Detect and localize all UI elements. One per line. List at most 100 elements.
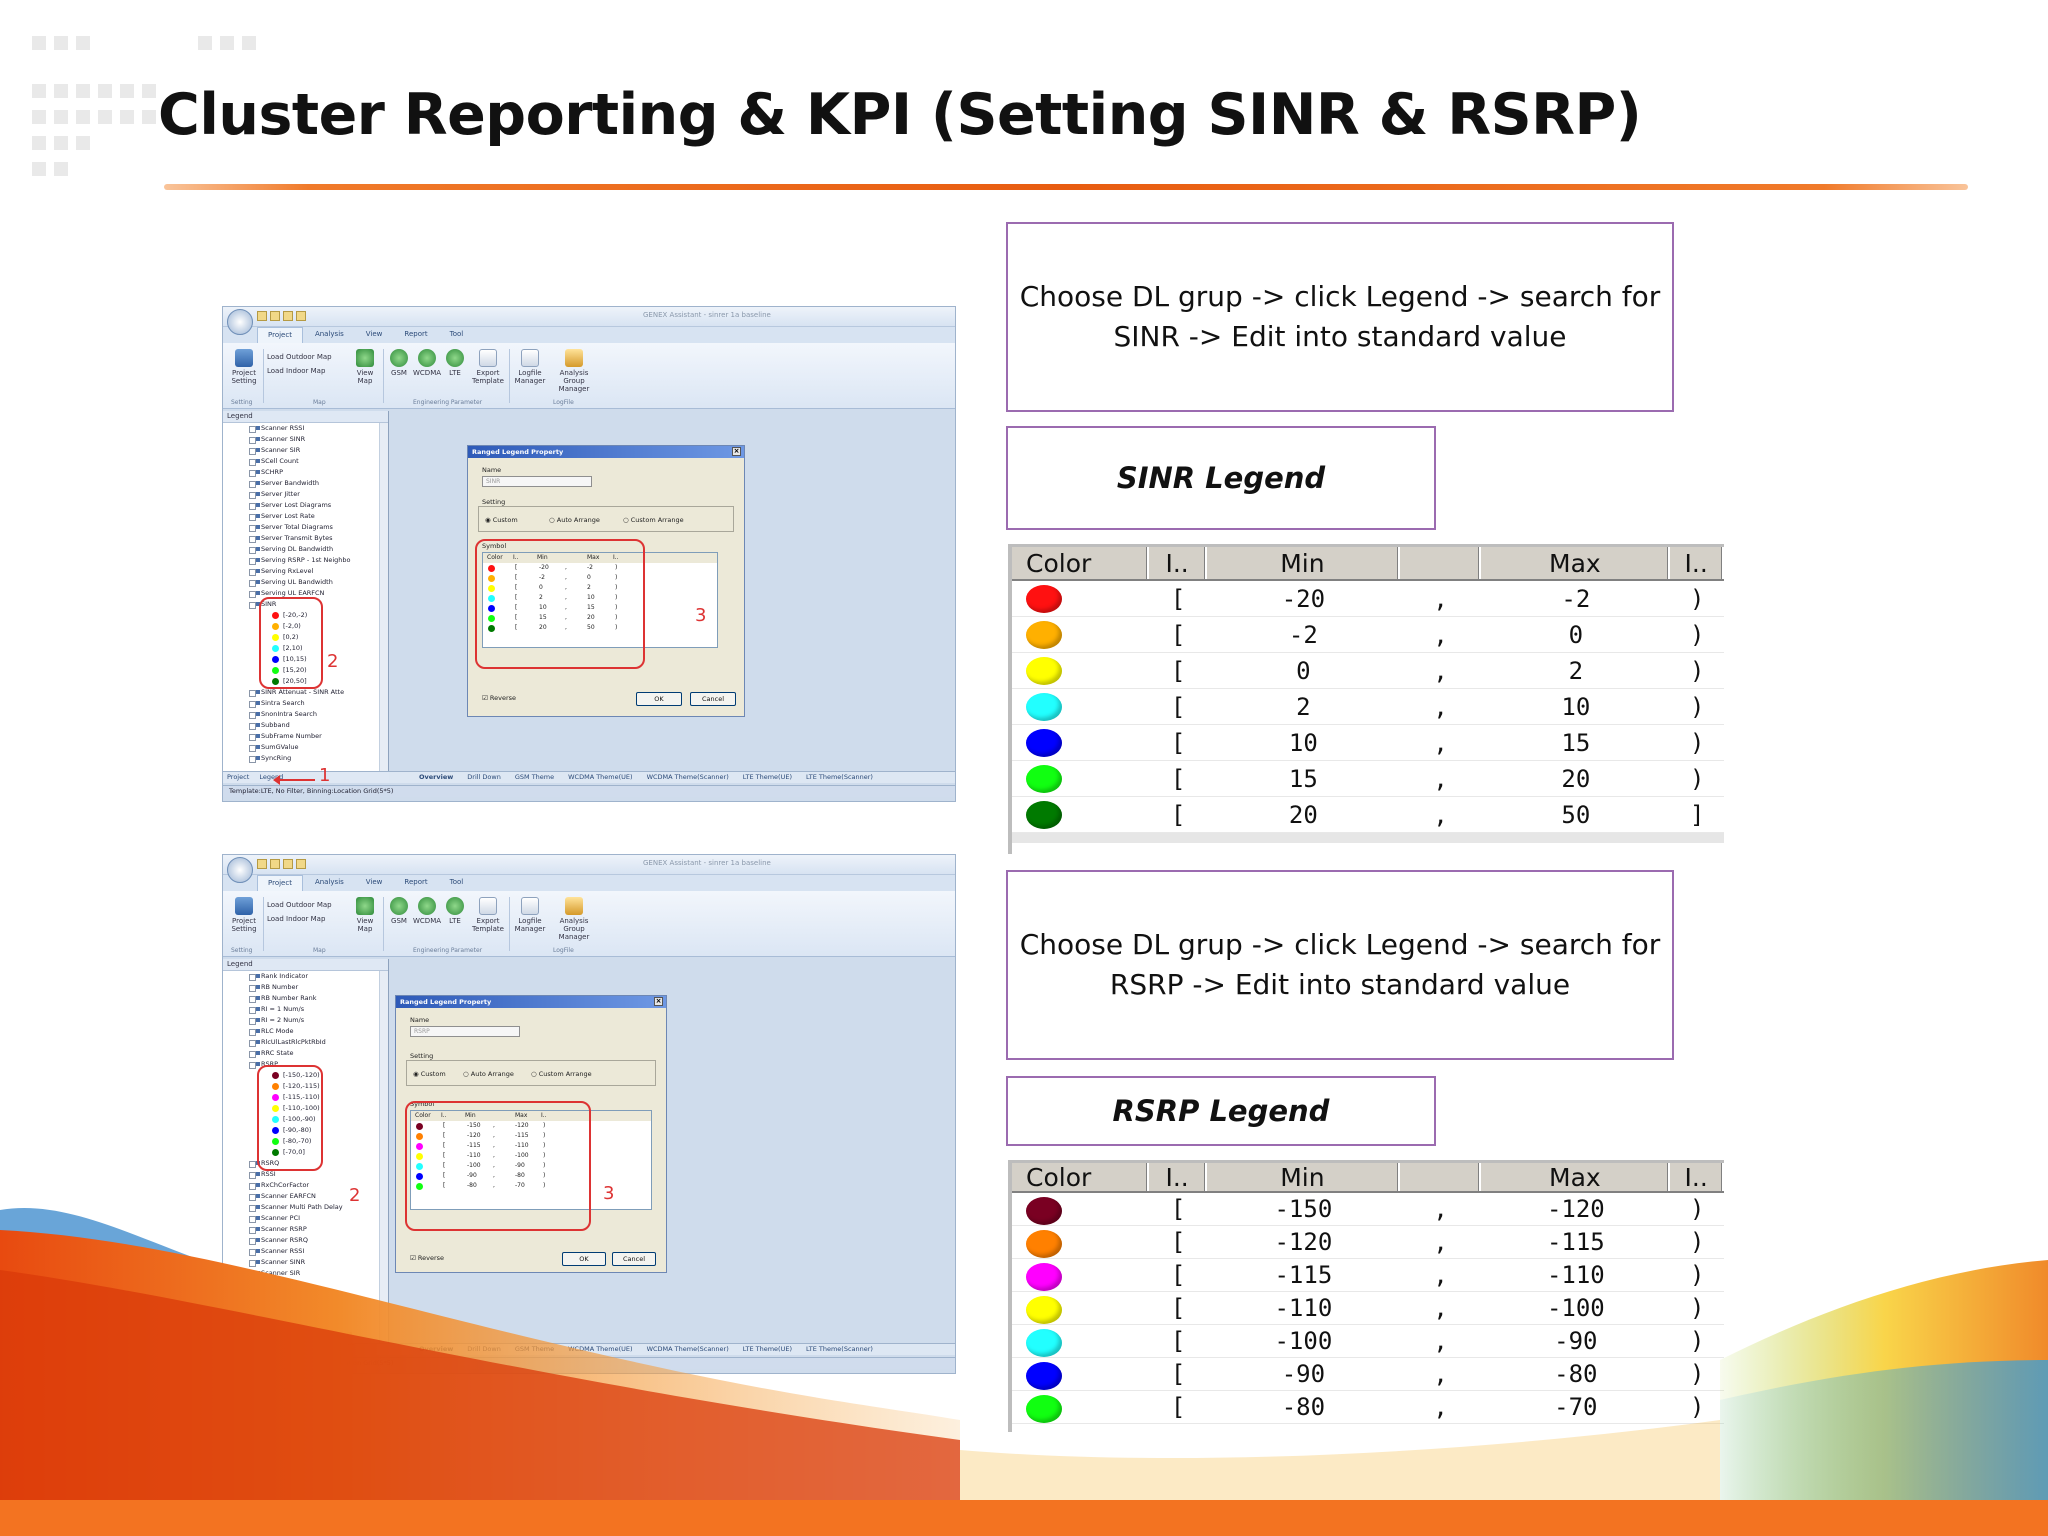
custom-radio[interactable]: ◉ Custom <box>413 1070 446 1078</box>
tree-item[interactable]: Rank Indicator <box>223 971 388 982</box>
analysis-group-manager-button[interactable]: Analysis Group Manager <box>549 349 599 393</box>
reverse-checkbox[interactable]: ☑ Reverse <box>482 694 516 702</box>
table-row[interactable]: [15, 20) <box>1012 761 1724 797</box>
table-row[interactable]: [-20, -2) <box>1012 581 1724 617</box>
tab-project[interactable]: Project <box>257 875 303 891</box>
project-setting-button[interactable]: Project Setting <box>229 897 259 933</box>
window-title: GENEX Assistant - sinrer 1a baseline <box>643 311 771 319</box>
wcdma-button[interactable]: WCDMA <box>413 349 441 377</box>
tab-report[interactable]: Report <box>394 327 437 343</box>
tab-lte-scanner[interactable]: LTE Theme(Scanner) <box>806 772 873 783</box>
table-row[interactable]: [10, 15) <box>1012 725 1724 761</box>
tree-item[interactable]: Serving RSRP - 1st Neighbo <box>223 555 388 566</box>
table-scrollbar[interactable] <box>1012 833 1724 843</box>
dialog-title: Ranged Legend Property × <box>468 446 744 458</box>
tree-item[interactable]: SumGValue <box>223 742 388 753</box>
table-row[interactable]: [0, 2) <box>1012 653 1724 689</box>
tree-item[interactable]: SCell Count <box>223 456 388 467</box>
tab-view[interactable]: View <box>356 875 393 891</box>
tree-item[interactable]: Server Jitter <box>223 489 388 500</box>
export-template-button[interactable]: Export Template <box>471 897 505 933</box>
tree-item[interactable]: RI = 2 Num/s <box>223 1015 388 1026</box>
tree-item[interactable]: Serving DL Bandwidth <box>223 544 388 555</box>
tree-item[interactable]: Server Bandwidth <box>223 478 388 489</box>
cell-max: 0 <box>1568 621 1584 649</box>
tree-item[interactable]: Server Lost Rate <box>223 511 388 522</box>
color-swatch-icon <box>1026 765 1062 793</box>
export-template-button[interactable]: Export Template <box>471 349 505 385</box>
tab-overview[interactable]: Overview <box>419 772 453 783</box>
tree-item[interactable]: RlcUlLastRlcPktRbId <box>223 1037 388 1048</box>
cancel-button[interactable]: Cancel <box>690 692 736 706</box>
tree-item[interactable]: Server Transmit Bytes <box>223 533 388 544</box>
logfile-manager-button[interactable]: Logfile Manager <box>513 897 547 933</box>
table-row[interactable]: [-2, 0) <box>1012 617 1724 653</box>
tree-item[interactable]: Subband <box>223 720 388 731</box>
view-map-button[interactable]: View Map <box>353 349 377 385</box>
open-icon <box>270 859 280 869</box>
slide-title: Cluster Reporting & KPI (Setting SINR & … <box>158 82 1642 148</box>
project-setting-button[interactable]: Project Setting <box>229 349 259 385</box>
load-indoor-map-button[interactable]: Load Indoor Map <box>267 367 325 375</box>
cell-close: ) <box>1689 621 1705 649</box>
lte-button[interactable]: LTE <box>443 897 467 925</box>
footer-bar <box>0 1500 2048 1536</box>
close-icon[interactable]: × <box>732 447 741 456</box>
view-map-button[interactable]: View Map <box>353 897 377 933</box>
tab-analysis[interactable]: Analysis <box>305 875 354 891</box>
tab-wcdma-ue[interactable]: WCDMA Theme(UE) <box>568 772 632 783</box>
panel-tab-project[interactable]: Project <box>227 773 249 781</box>
cell-max: 10 <box>1561 693 1591 721</box>
name-field[interactable]: RSRP <box>410 1026 520 1037</box>
tree-item[interactable]: RI = 1 Num/s <box>223 1004 388 1015</box>
logfile-manager-button[interactable]: Logfile Manager <box>513 349 547 385</box>
tab-project[interactable]: Project <box>257 327 303 343</box>
tree-item[interactable]: SCHRP <box>223 467 388 478</box>
legend-scrollbar[interactable] <box>379 423 388 771</box>
tree-item[interactable]: Server Lost Diagrams <box>223 500 388 511</box>
tab-analysis[interactable]: Analysis <box>305 327 354 343</box>
tree-item[interactable]: Scanner SIR <box>223 445 388 456</box>
tree-item[interactable]: Scanner SINR <box>223 434 388 445</box>
load-indoor-map-button[interactable]: Load Indoor Map <box>267 915 325 923</box>
tree-item[interactable]: RLC Mode <box>223 1026 388 1037</box>
gsm-button[interactable]: GSM <box>387 349 411 377</box>
tab-gsm-theme[interactable]: GSM Theme <box>515 772 554 783</box>
cell-close: ] <box>1689 801 1705 829</box>
auto-arrange-radio[interactable]: ○ Auto Arrange <box>463 1070 514 1078</box>
gsm-button[interactable]: GSM <box>387 897 411 925</box>
tab-view[interactable]: View <box>356 327 393 343</box>
tab-report[interactable]: Report <box>394 875 437 891</box>
tree-item[interactable]: Server Total Diagrams <box>223 522 388 533</box>
tree-item[interactable]: RB Number Rank <box>223 993 388 1004</box>
close-icon[interactable]: × <box>654 997 663 1006</box>
tree-item[interactable]: Serving UL Bandwidth <box>223 577 388 588</box>
load-outdoor-map-button[interactable]: Load Outdoor Map <box>267 901 332 909</box>
table-row[interactable]: [20, 50] <box>1012 797 1724 833</box>
analysis-group-manager-button[interactable]: Analysis Group Manager <box>549 897 599 941</box>
tab-tool[interactable]: Tool <box>440 327 474 343</box>
tree-item[interactable]: RB Number <box>223 982 388 993</box>
ok-button[interactable]: OK <box>636 692 682 706</box>
tab-wcdma-scanner[interactable]: WCDMA Theme(Scanner) <box>647 772 729 783</box>
tree-item[interactable]: Scanner RSSI <box>223 423 388 434</box>
tree-item[interactable]: RRC State <box>223 1048 388 1059</box>
tab-drill-down[interactable]: Drill Down <box>467 772 501 783</box>
table-row[interactable]: [2, 10) <box>1012 689 1724 725</box>
lte-button[interactable]: LTE <box>443 349 467 377</box>
custom-arrange-radio[interactable]: ○ Custom Arrange <box>531 1070 592 1078</box>
tree-item[interactable]: Serving RxLevel <box>223 566 388 577</box>
tab-tool[interactable]: Tool <box>440 875 474 891</box>
custom-arrange-radio[interactable]: ○ Custom Arrange <box>623 516 684 524</box>
tree-item[interactable]: SubFrame Number <box>223 731 388 742</box>
auto-arrange-radio[interactable]: ○ Auto Arrange <box>549 516 600 524</box>
name-field[interactable]: SINR <box>482 476 592 487</box>
tab-lte-ue[interactable]: LTE Theme(UE) <box>743 772 792 783</box>
custom-radio[interactable]: ◉ Custom <box>485 516 518 524</box>
wcdma-icon <box>418 897 436 915</box>
wcdma-button[interactable]: WCDMA <box>413 897 441 925</box>
tree-item[interactable]: SyncRing <box>223 753 388 764</box>
tree-item[interactable]: Sintra Search <box>223 698 388 709</box>
tree-item[interactable]: SnonIntra Search <box>223 709 388 720</box>
load-outdoor-map-button[interactable]: Load Outdoor Map <box>267 353 332 361</box>
